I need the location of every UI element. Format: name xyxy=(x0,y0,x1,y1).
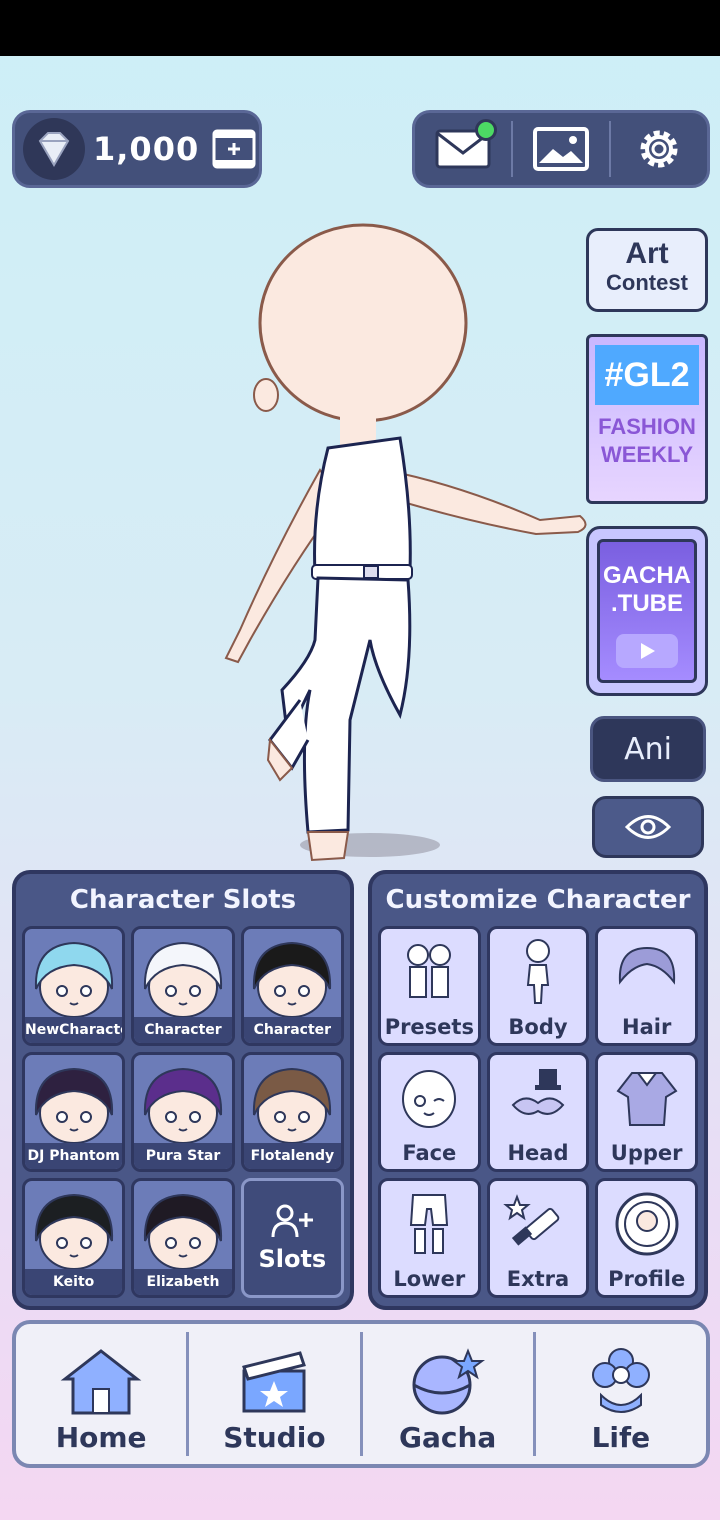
art-contest-line1: Art xyxy=(625,237,669,270)
customize-label: Lower xyxy=(393,1267,466,1291)
gacha-ball-icon xyxy=(412,1348,485,1415)
avatar xyxy=(134,929,231,1021)
character-slot[interactable]: Character xyxy=(131,926,235,1046)
nav-gacha[interactable]: Gacha xyxy=(363,1324,533,1464)
extra-icon xyxy=(503,1181,573,1267)
gacha-tube-button[interactable]: GACHA .TUBE xyxy=(586,526,708,696)
customize-label: Hair xyxy=(622,1015,672,1039)
customize-label: Face xyxy=(402,1141,457,1165)
customize-profile-button[interactable]: Profile xyxy=(595,1178,698,1298)
customize-head-button[interactable]: Head xyxy=(486,1052,590,1172)
add-slots-button[interactable]: Slots xyxy=(240,1178,344,1298)
customize-extra-button[interactable]: Extra xyxy=(486,1178,590,1298)
customize-face-button[interactable]: Face xyxy=(378,1052,481,1172)
nav-label: Studio xyxy=(223,1421,326,1454)
character-slot[interactable]: DJ Phantom xyxy=(22,1052,126,1172)
gl2-hashtag: #GL2 xyxy=(595,345,699,405)
fashion-label: FASHION xyxy=(598,414,696,439)
customize-body-button[interactable]: Body xyxy=(486,926,590,1046)
character-slot[interactable]: Keito xyxy=(22,1178,126,1298)
mail-button[interactable] xyxy=(415,113,511,185)
watch-ad-button[interactable] xyxy=(211,126,257,172)
character-slot[interactable]: Flotalendy xyxy=(240,1052,344,1172)
gem-amount: 1,000 xyxy=(93,130,200,168)
gacha-tube-line2: .TUBE xyxy=(611,590,683,617)
avatar xyxy=(244,929,341,1021)
nav-label: Life xyxy=(591,1421,651,1454)
character-slot[interactable]: Pura Star xyxy=(131,1052,235,1172)
notification-dot xyxy=(475,119,497,141)
avatar xyxy=(134,1181,231,1273)
body-icon xyxy=(508,929,568,1015)
eye-icon xyxy=(625,815,671,839)
play-icon xyxy=(616,634,678,668)
gear-icon xyxy=(640,130,678,168)
slot-name: NewCharacter xyxy=(25,1017,123,1043)
slot-name: DJ Phantom xyxy=(25,1143,123,1169)
customize-title: Customize Character xyxy=(385,885,691,915)
customize-label: Upper xyxy=(610,1141,683,1165)
nav-home[interactable]: Home xyxy=(16,1324,186,1464)
gacha-tube-line1: GACHA xyxy=(603,562,691,589)
slot-name: Character xyxy=(243,1017,341,1043)
home-icon xyxy=(60,1349,142,1415)
add-user-icon xyxy=(271,1204,314,1238)
nav-studio[interactable]: Studio xyxy=(189,1324,359,1464)
upper-icon xyxy=(612,1055,682,1141)
nav-life[interactable]: Life xyxy=(536,1324,706,1464)
customize-label: Extra xyxy=(506,1267,570,1291)
presets-icon xyxy=(394,929,464,1015)
customize-label: Presets xyxy=(384,1015,474,1039)
slot-name: Pura Star xyxy=(134,1143,232,1169)
avatar xyxy=(244,1055,341,1147)
avatar xyxy=(134,1055,231,1147)
customize-hair-button[interactable]: Hair xyxy=(595,926,698,1046)
nav-label: Home xyxy=(55,1421,147,1454)
character-slot[interactable]: Character xyxy=(240,926,344,1046)
character-slot[interactable]: NewCharacter xyxy=(22,926,126,1046)
diamond-icon xyxy=(23,118,85,180)
customize-lower-button[interactable]: Lower xyxy=(378,1178,481,1298)
character-slot[interactable]: Elizabeth xyxy=(131,1178,235,1298)
clapperboard-icon xyxy=(242,1351,307,1413)
slot-name: Character xyxy=(134,1017,232,1043)
customize-label: Head xyxy=(507,1141,569,1165)
image-icon xyxy=(533,127,589,171)
face-icon xyxy=(394,1055,464,1141)
gl2-fashion-weekly-button[interactable]: #GL2 FASHION WEEKLY xyxy=(586,334,708,504)
customize-label: Profile xyxy=(608,1267,686,1291)
animation-button[interactable]: Ani xyxy=(590,716,706,782)
avatar xyxy=(25,1055,122,1147)
character-preview[interactable] xyxy=(200,220,600,870)
profile-icon xyxy=(612,1181,682,1267)
slot-name: Keito xyxy=(25,1269,123,1295)
add-slots-label: Slots xyxy=(258,1245,327,1273)
status-bar xyxy=(0,0,720,56)
hair-icon xyxy=(612,929,682,1015)
gallery-button[interactable] xyxy=(513,113,609,185)
avatar xyxy=(25,929,122,1021)
character-slots-title: Character Slots xyxy=(69,885,297,915)
customize-character-panel: Customize Character Presets Body Hair Fa… xyxy=(368,870,708,1310)
nav-label: Gacha xyxy=(398,1421,497,1454)
customize-presets-button[interactable]: Presets xyxy=(378,926,481,1046)
customize-label: Body xyxy=(508,1015,568,1039)
character-slots-panel: Character Slots NewCharacter Character C… xyxy=(12,870,354,1310)
bottom-navigation: Home Studio Gacha Life xyxy=(12,1320,710,1468)
head-icon xyxy=(503,1055,573,1141)
gem-counter: 1,000 xyxy=(12,110,262,188)
slot-name: Elizabeth xyxy=(134,1269,232,1295)
visibility-toggle-button[interactable] xyxy=(592,796,704,858)
top-right-toolbar xyxy=(412,110,710,188)
avatar xyxy=(25,1181,122,1273)
settings-button[interactable] xyxy=(611,113,707,185)
lower-icon xyxy=(399,1181,459,1267)
art-contest-line2: Contest xyxy=(606,270,688,295)
flower-icon xyxy=(591,1348,650,1413)
slot-name: Flotalendy xyxy=(243,1143,341,1169)
weekly-label: WEEKLY xyxy=(600,442,694,467)
art-contest-button[interactable]: Art Contest xyxy=(586,228,708,312)
customize-upper-button[interactable]: Upper xyxy=(595,1052,698,1172)
